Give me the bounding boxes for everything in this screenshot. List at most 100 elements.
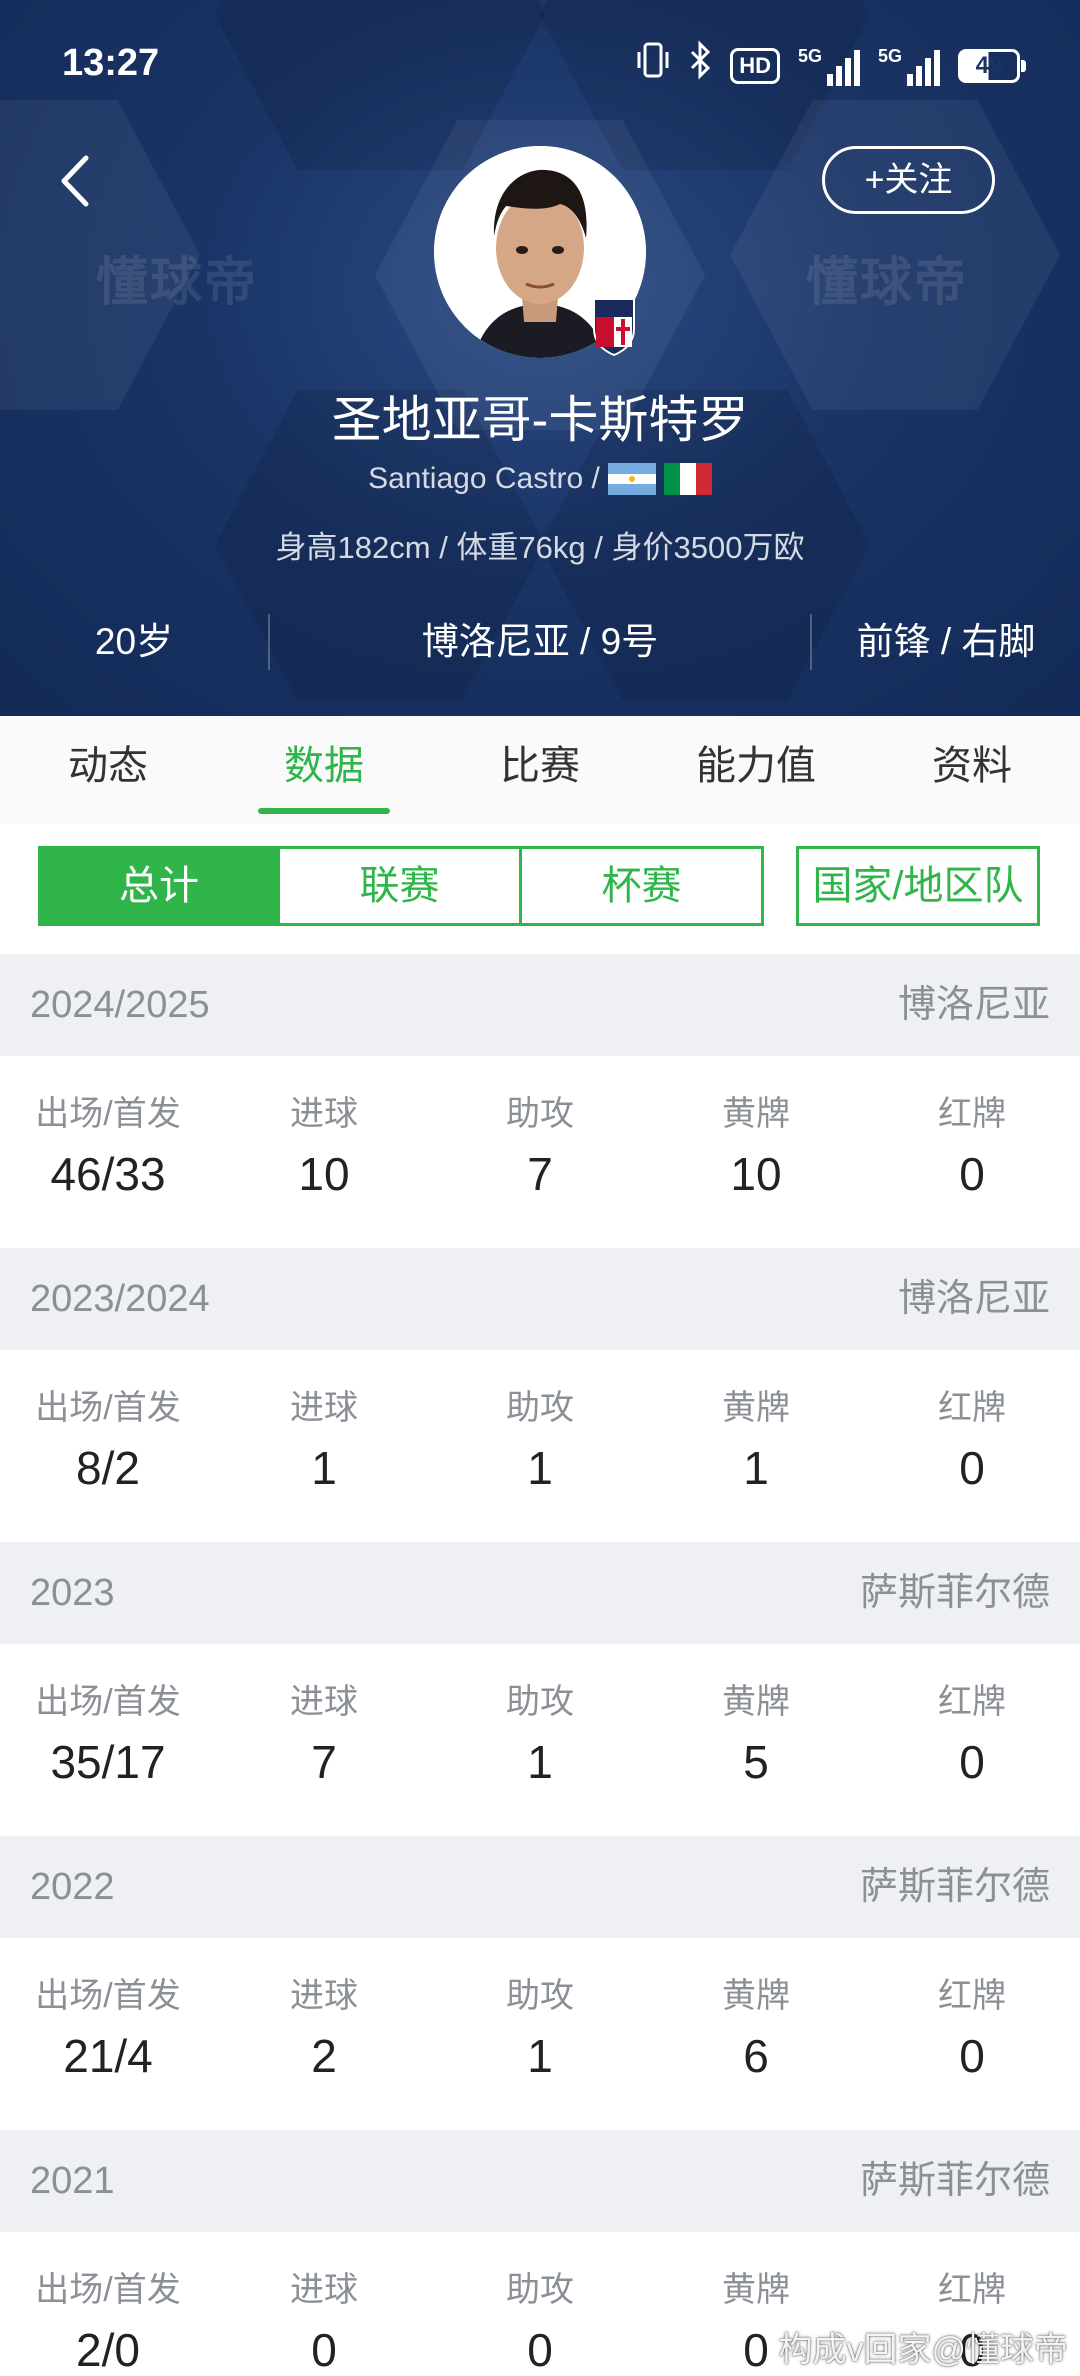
season-club: 博洛尼亚 (897, 1278, 1050, 1320)
season-stats: 出场/首发 21/4 进球 2 助攻 1 黄牌 6 红牌 0 (0, 1938, 1080, 2130)
stat-label: 出场/首发 (35, 1977, 181, 2015)
season-header: 2022 萨斯菲尔德 (0, 1836, 1080, 1938)
stat-yellow-cards: 黄牌 1 (648, 1350, 864, 1496)
stat-assists: 助攻 1 (432, 1938, 648, 2084)
player-bio: 身高182cm / 体重76kg / 身价3500万欧 (275, 530, 805, 565)
stat-value: 10 (298, 1148, 350, 1200)
tab-profile[interactable]: 资料 (864, 716, 1080, 824)
season-year: 2023/2024 (30, 1278, 210, 1320)
season-block[interactable]: 2024/2025 博洛尼亚 出场/首发 46/33 进球 10 助攻 7 黄牌 10 … (0, 954, 1080, 1248)
stat-appearances: 出场/首发 46/33 (0, 1056, 216, 1202)
tab-matches[interactable]: 比赛 (432, 716, 648, 824)
season-header: 2023/2024 博洛尼亚 (0, 1248, 1080, 1350)
stat-yellow-cards: 黄牌 6 (648, 1938, 864, 2084)
signal-icon: 5G (878, 46, 940, 86)
stat-goals: 进球 7 (216, 1644, 432, 1790)
player-age: 20岁 (94, 621, 174, 662)
player-header: 懂球帝 懂球帝 13:27 HD 5G 5G 49 +关注 圣地亚哥-卡斯特罗 … (0, 0, 1080, 716)
filter-cup[interactable]: 杯赛 (522, 846, 764, 926)
stat-label: 进球 (290, 1683, 358, 1721)
season-year: 2021 (30, 2160, 115, 2202)
stat-value: 0 (311, 2324, 337, 2376)
stat-value: 1 (527, 1442, 553, 1494)
season-header: 2024/2025 博洛尼亚 (0, 954, 1080, 1056)
stat-label: 黄牌 (722, 2271, 790, 2309)
back-button[interactable] (52, 148, 102, 214)
stat-value: 35/17 (50, 1736, 166, 1788)
tab-stats[interactable]: 数据 (216, 716, 432, 824)
argentina-flag-icon (607, 463, 656, 495)
battery-icon: 49 (958, 48, 1026, 83)
follow-button[interactable]: +关注 (822, 146, 995, 214)
season-year: 2023 (30, 1572, 115, 1614)
stat-goals: 进球 10 (216, 1056, 432, 1202)
tab-bar: 动态 数据 比赛 能力值 资料 (0, 716, 1080, 824)
stat-goals: 进球 0 (216, 2232, 432, 2376)
competition-filter: 总计 联赛 杯赛 (38, 846, 764, 926)
stat-value: 1 (527, 2030, 553, 2082)
stat-label: 红牌 (938, 1389, 1006, 1427)
player-club-number: 博洛尼亚 / 9号 (421, 621, 659, 662)
season-block[interactable]: 2023/2024 博洛尼亚 出场/首发 8/2 进球 1 助攻 1 黄牌 1 红牌 0 (0, 1248, 1080, 1542)
brand-watermark: 懂球帝 (806, 254, 969, 312)
stat-value: 0 (959, 1148, 985, 1200)
stat-appearances: 出场/首发 21/4 (0, 1938, 216, 2084)
stat-value: 21/4 (63, 2030, 153, 2082)
stat-value: 7 (311, 1736, 337, 1788)
stat-value: 1 (311, 1442, 337, 1494)
filter-national-team[interactable]: 国家/地区队 (796, 846, 1040, 926)
stat-value: 1 (527, 1736, 553, 1788)
italy-flag-icon (663, 463, 712, 495)
stat-label: 红牌 (938, 1095, 1006, 1133)
tab-feed[interactable]: 动态 (0, 716, 216, 824)
stat-value: 2/0 (76, 2324, 140, 2376)
tab-ability[interactable]: 能力值 (648, 716, 864, 824)
signal-icon: 5G (798, 46, 860, 86)
vibrate-icon (636, 40, 670, 91)
season-block[interactable]: 2022 萨斯菲尔德 出场/首发 21/4 进球 2 助攻 1 黄牌 6 红牌 0 (0, 1836, 1080, 2130)
stat-value: 46/33 (50, 1148, 166, 1200)
brand-watermark: 懂球帝 (96, 254, 259, 312)
stat-label: 助攻 (506, 1977, 574, 2015)
stat-value: 10 (730, 1148, 782, 1200)
stat-label: 红牌 (938, 2271, 1006, 2309)
stat-red-cards: 红牌 0 (864, 1056, 1080, 1202)
stat-label: 助攻 (506, 1389, 574, 1427)
stat-yellow-cards: 黄牌 5 (648, 1644, 864, 1790)
stat-red-cards: 红牌 0 (864, 1350, 1080, 1496)
source-watermark: 构成v回家@懂球帝 (778, 2331, 1068, 2369)
season-block[interactable]: 2023 萨斯菲尔德 出场/首发 35/17 进球 7 助攻 1 黄牌 5 红牌 0 (0, 1542, 1080, 1836)
bluetooth-icon (688, 40, 712, 91)
player-info-row: 20岁 博洛尼亚 / 9号 前锋 / 右脚 (0, 612, 1080, 672)
season-header: 2021 萨斯菲尔德 (0, 2130, 1080, 2232)
stat-label: 助攻 (506, 2271, 574, 2309)
status-bar: 13:27 HD 5G 5G 49 (0, 0, 1080, 130)
network-label: 5G (797, 45, 822, 66)
club-crest-icon (590, 295, 638, 357)
english-name: Santiago Castro / (368, 462, 600, 495)
season-stats: 出场/首发 46/33 进球 10 助攻 7 黄牌 10 红牌 0 (0, 1056, 1080, 1248)
season-header: 2023 萨斯菲尔德 (0, 1542, 1080, 1644)
stat-label: 助攻 (506, 1683, 574, 1721)
stat-value: 0 (959, 2030, 985, 2082)
stat-value: 0 (959, 1442, 985, 1494)
stat-value: 6 (743, 2030, 769, 2082)
stat-label: 黄牌 (722, 1389, 790, 1427)
filter-league[interactable]: 联赛 (280, 846, 522, 926)
stat-value: 8/2 (76, 1442, 140, 1494)
stat-assists: 助攻 0 (432, 2232, 648, 2376)
stat-label: 出场/首发 (35, 1683, 181, 1721)
stat-assists: 助攻 1 (432, 1644, 648, 1790)
stat-label: 黄牌 (722, 1095, 790, 1133)
stat-label: 进球 (290, 1095, 358, 1133)
stat-appearances: 出场/首发 35/17 (0, 1644, 216, 1790)
season-stats: 出场/首发 35/17 进球 7 助攻 1 黄牌 5 红牌 0 (0, 1644, 1080, 1836)
stat-value: 0 (527, 2324, 553, 2376)
stat-red-cards: 红牌 0 (864, 1644, 1080, 1790)
stat-assists: 助攻 1 (432, 1350, 648, 1496)
stat-label: 出场/首发 (35, 1389, 181, 1427)
stat-value: 0 (959, 1736, 985, 1788)
stat-label: 黄牌 (722, 1683, 790, 1721)
stat-value: 1 (743, 1442, 769, 1494)
filter-total[interactable]: 总计 (38, 846, 280, 926)
